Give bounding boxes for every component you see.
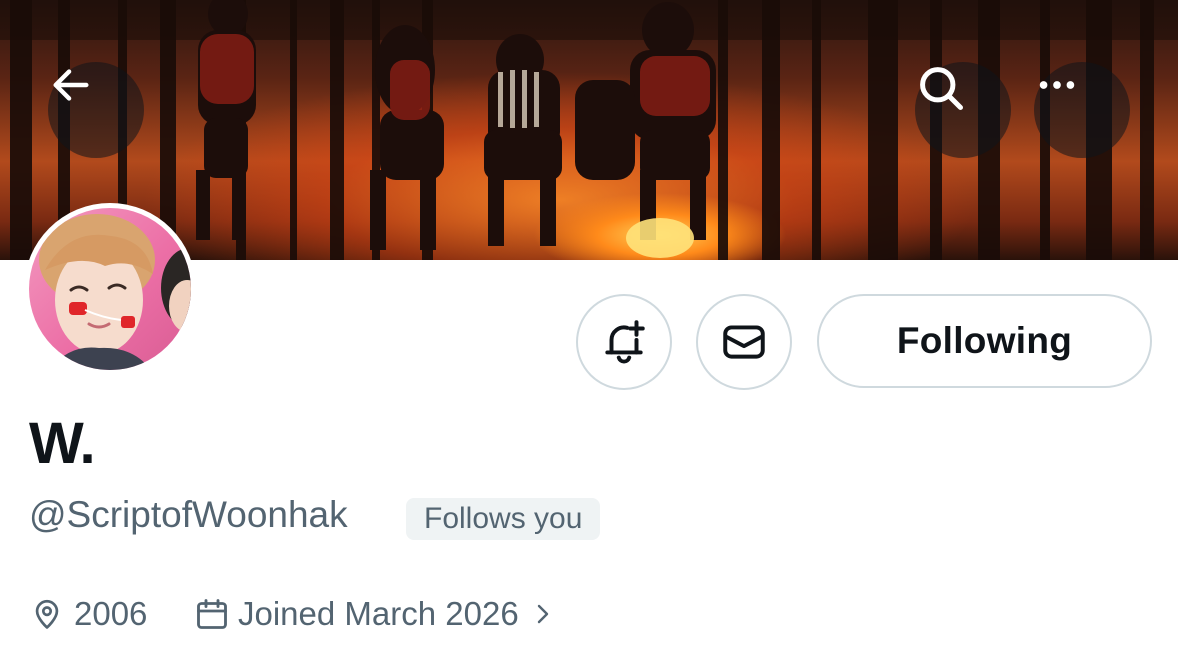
display-name: W.	[29, 411, 96, 476]
back-button[interactable]	[48, 62, 144, 158]
search-icon	[920, 67, 963, 110]
more-horizontal-icon	[1039, 81, 1075, 89]
location-pin-icon	[35, 599, 59, 629]
bell-plus-icon	[605, 320, 645, 364]
search-button[interactable]	[915, 62, 1011, 158]
arrow-left-icon	[53, 69, 89, 101]
chevron-right-icon	[537, 604, 548, 624]
profile-banner[interactable]	[0, 0, 1178, 260]
following-button[interactable]: Following	[817, 294, 1152, 388]
message-button[interactable]	[696, 294, 792, 390]
joined-date-item[interactable]: Joined March 2026	[194, 592, 555, 636]
avatar[interactable]	[24, 203, 196, 375]
more-options-button[interactable]	[1034, 62, 1130, 158]
location-text: 2006	[74, 595, 148, 632]
avatar-image	[29, 208, 191, 370]
user-handle: @ScriptofWoonhak	[29, 494, 348, 535]
follows-you-badge: Follows you	[406, 498, 601, 540]
joined-date-text: Joined March 2026	[238, 595, 519, 632]
location-item: 2006	[30, 592, 147, 636]
notifications-button[interactable]	[576, 294, 672, 390]
calendar-icon	[197, 599, 227, 629]
mail-icon	[723, 325, 765, 359]
following-label: Following	[896, 320, 1073, 361]
